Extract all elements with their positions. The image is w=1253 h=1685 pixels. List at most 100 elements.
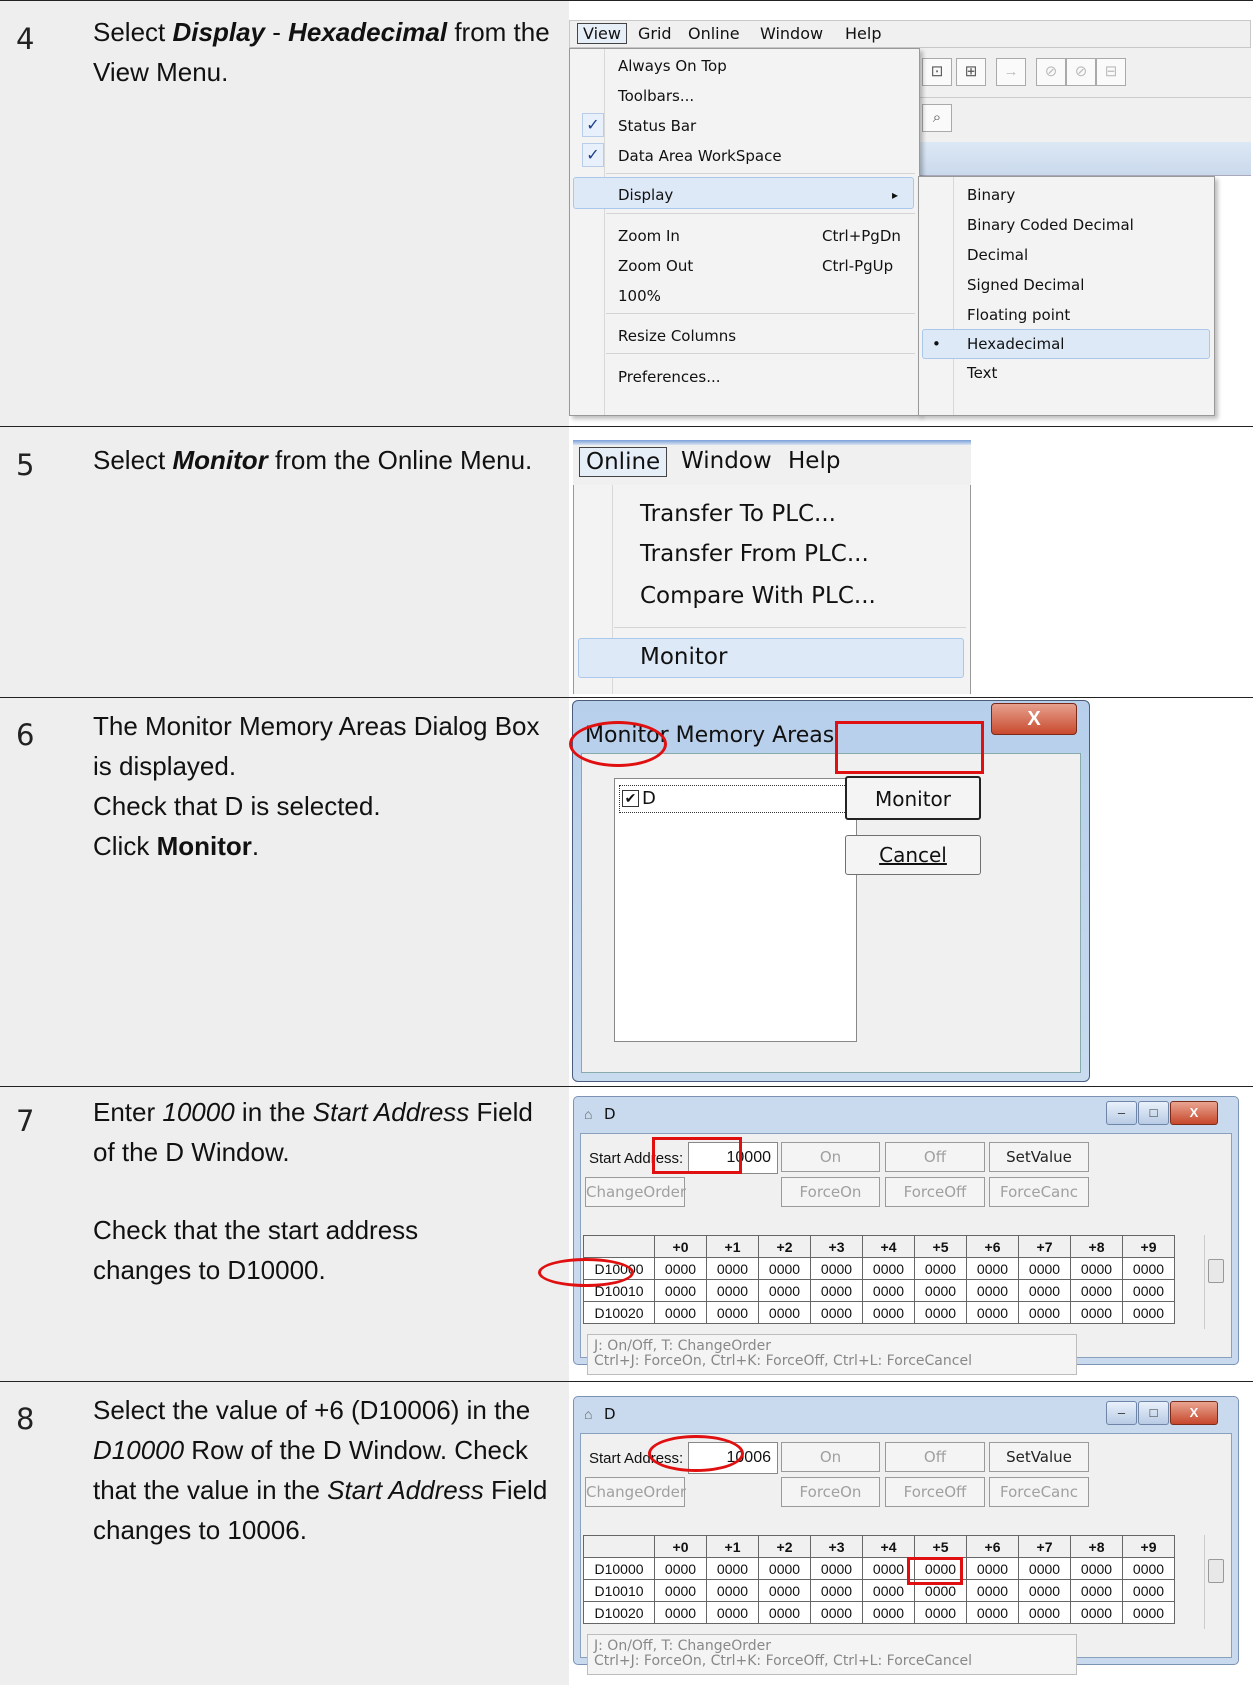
grid-cell[interactable]: 0000 (810, 1279, 863, 1302)
maximize-button[interactable]: □ (1138, 1401, 1169, 1425)
grid-cell[interactable]: 0000 (706, 1601, 759, 1624)
grid-cell[interactable]: 0000 (758, 1579, 811, 1602)
grid-cell[interactable]: 0000 (810, 1557, 863, 1580)
grid-cell[interactable]: 0000 (1018, 1301, 1071, 1324)
grid-cell[interactable]: 0000 (758, 1301, 811, 1324)
grid-cell[interactable]: 0000 (810, 1301, 863, 1324)
grid-cell[interactable]: 0000 (1122, 1301, 1175, 1324)
maximize-button[interactable]: □ (1138, 1101, 1169, 1125)
setvalue-button[interactable]: SetValue (989, 1142, 1089, 1172)
grid-cell[interactable]: 0000 (654, 1579, 707, 1602)
on-button[interactable]: On (781, 1442, 880, 1472)
monitor-button[interactable]: Monitor (845, 776, 981, 820)
vertical-scrollbar[interactable] (1204, 1235, 1227, 1329)
grid-cell[interactable]: 0000 (1018, 1601, 1071, 1624)
grid-cell[interactable]: 0000 (914, 1601, 967, 1624)
off-button[interactable]: Off (885, 1442, 985, 1472)
grid-cell[interactable]: 0000 (758, 1557, 811, 1580)
grid-cell[interactable]: 0000 (966, 1601, 1019, 1624)
grid-cell[interactable]: 0000 (1122, 1257, 1175, 1280)
grid-cell[interactable]: 0000 (1122, 1579, 1175, 1602)
grid-cell[interactable]: 0000 (758, 1257, 811, 1280)
list-item[interactable]: ✔ D (619, 785, 851, 813)
minimize-button[interactable]: – (1106, 1401, 1137, 1425)
grid-cell[interactable]: 0000 (862, 1257, 915, 1280)
grid-cell[interactable]: 0000 (1122, 1557, 1175, 1580)
grid-cell[interactable]: 0000 (914, 1257, 967, 1280)
grid-cell[interactable]: 0000 (654, 1257, 707, 1280)
grid-cell[interactable]: 0000 (1070, 1279, 1123, 1302)
grid-cell[interactable]: 0000 (1070, 1557, 1123, 1580)
grid-cell[interactable]: 0000 (1070, 1601, 1123, 1624)
grid-cell[interactable]: 0000 (654, 1557, 707, 1580)
grid-cell[interactable]: 0000 (862, 1279, 915, 1302)
on-button[interactable]: On (781, 1142, 880, 1172)
menu-grid[interactable]: Grid (638, 24, 672, 43)
grid-cell[interactable]: 0000 (810, 1601, 863, 1624)
memory-area-list[interactable]: ✔ D (614, 778, 857, 1042)
changeorder-button[interactable]: ChangeOrder (585, 1177, 686, 1207)
grid-cell[interactable]: 0000 (758, 1601, 811, 1624)
forcecancel-button[interactable]: ForceCanc (989, 1477, 1089, 1507)
close-button[interactable]: X (991, 703, 1077, 735)
menu-view[interactable]: View (577, 23, 627, 44)
scroll-thumb[interactable] (1208, 1259, 1224, 1283)
menu-item-compare-with-plc[interactable]: Compare With PLC... (640, 583, 876, 609)
minimize-button[interactable]: – (1106, 1101, 1137, 1125)
toolbar-icon[interactable]: ⊞ (956, 58, 986, 86)
grid-cell[interactable]: 0000 (1070, 1257, 1123, 1280)
grid-cell[interactable]: 0000 (1018, 1279, 1071, 1302)
menu-item-transfer-from-plc[interactable]: Transfer From PLC... (640, 541, 869, 567)
grid-cell[interactable]: 0000 (1070, 1579, 1123, 1602)
menu-item-monitor[interactable]: Monitor (640, 644, 727, 670)
menu-help[interactable]: Help (845, 24, 881, 43)
scroll-thumb[interactable] (1208, 1559, 1224, 1583)
checkbox[interactable]: ✔ (622, 790, 639, 807)
grid-cell[interactable]: 0000 (966, 1257, 1019, 1280)
forcecancel-button[interactable]: ForceCanc (989, 1177, 1089, 1207)
toolbar-icon[interactable]: ⊘ (1066, 58, 1096, 86)
grid-cell[interactable]: 0000 (706, 1579, 759, 1602)
forceon-button[interactable]: ForceOn (781, 1477, 880, 1507)
menu-window[interactable]: Window (681, 448, 772, 474)
toolbar-icon[interactable]: ⊟ (1096, 58, 1126, 86)
grid-cell[interactable]: 0000 (1018, 1257, 1071, 1280)
toolbar-icon[interactable]: ⊘ (1036, 58, 1066, 86)
forceon-button[interactable]: ForceOn (781, 1177, 880, 1207)
grid-cell[interactable]: 0000 (914, 1279, 967, 1302)
changeorder-button[interactable]: ChangeOrder (585, 1477, 686, 1507)
close-button[interactable]: X (1170, 1101, 1218, 1125)
grid-cell[interactable]: 0000 (966, 1301, 1019, 1324)
grid-cell[interactable]: 0000 (914, 1301, 967, 1324)
grid-cell[interactable]: 0000 (810, 1579, 863, 1602)
grid-cell[interactable]: 0000 (1122, 1279, 1175, 1302)
off-button[interactable]: Off (885, 1142, 985, 1172)
menu-help[interactable]: Help (788, 448, 840, 474)
toolbar-icon[interactable]: → (996, 58, 1026, 86)
setvalue-button[interactable]: SetValue (989, 1442, 1089, 1472)
grid-cell[interactable]: 0000 (654, 1279, 707, 1302)
vertical-scrollbar[interactable] (1204, 1535, 1227, 1629)
menu-online[interactable]: Online (688, 24, 740, 43)
grid-cell[interactable]: 0000 (706, 1257, 759, 1280)
cancel-button[interactable]: Cancel (845, 835, 981, 875)
menu-online[interactable]: Online (579, 447, 668, 477)
grid-cell[interactable]: 0000 (1018, 1557, 1071, 1580)
search-icon[interactable]: ⌕ (922, 104, 952, 132)
forceoff-button[interactable]: ForceOff (885, 1177, 985, 1207)
grid-cell[interactable]: 0000 (862, 1601, 915, 1624)
grid-cell[interactable]: 0000 (1070, 1301, 1123, 1324)
forceoff-button[interactable]: ForceOff (885, 1477, 985, 1507)
menu-item-transfer-to-plc[interactable]: Transfer To PLC... (640, 501, 836, 527)
grid-cell[interactable]: 0000 (966, 1579, 1019, 1602)
grid-cell[interactable]: 0000 (862, 1301, 915, 1324)
grid-cell[interactable]: 0000 (1018, 1579, 1071, 1602)
menu-window[interactable]: Window (760, 24, 823, 43)
grid-cell[interactable]: 0000 (810, 1257, 863, 1280)
grid-cell[interactable]: 0000 (966, 1279, 1019, 1302)
toolbar-icon[interactable]: ⊡ (922, 58, 952, 86)
grid-cell[interactable]: 0000 (654, 1301, 707, 1324)
grid-cell[interactable]: 0000 (758, 1279, 811, 1302)
grid-cell[interactable]: 0000 (706, 1301, 759, 1324)
grid-cell[interactable]: 0000 (706, 1557, 759, 1580)
